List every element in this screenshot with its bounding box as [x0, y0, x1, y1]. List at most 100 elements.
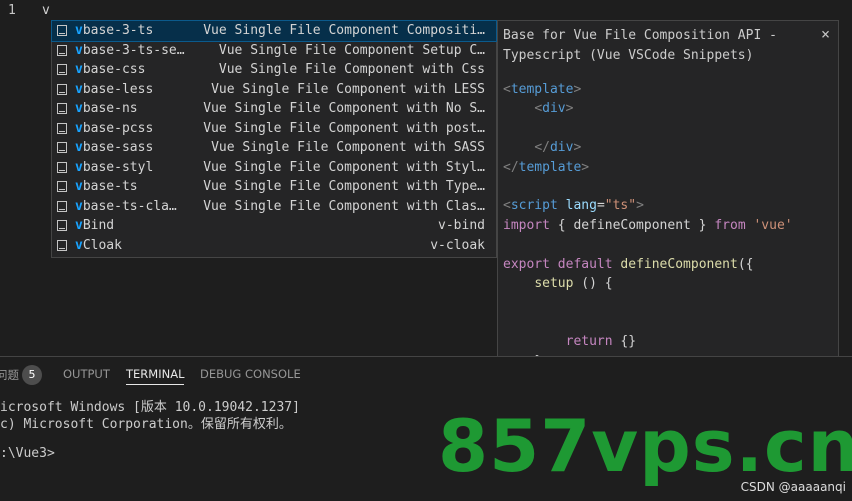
code-div-open: div [542, 101, 566, 117]
suggestion-label-rest: base-ns [82, 101, 138, 116]
suggestion-item[interactable]: vBind v-bind [52, 216, 496, 236]
snippet-icon [57, 142, 67, 153]
line-number: 1 [8, 3, 16, 18]
suggestion-label: vbase-3-ts-se… [75, 41, 203, 61]
suggestion-detail: v-bind [438, 218, 485, 233]
problems-count-badge: 5 [22, 365, 42, 385]
snippet-icon [57, 161, 67, 173]
suggestion-detail: v-cloak [430, 237, 485, 253]
code-define-fn: defineComponent [620, 256, 738, 272]
suggestion-label-rest: base-3-ts [82, 23, 154, 38]
suggestion-label: vbase-less [75, 80, 203, 100]
suggestion-match: v [75, 159, 83, 175]
suggestion-label-rest: base-ts-cla… [82, 198, 177, 214]
suggestion-label: vbase-ns [75, 99, 203, 119]
code-script-open: script [510, 198, 558, 214]
snippet-icon [57, 122, 67, 134]
tab-terminal[interactable]: TERMINAL [126, 367, 185, 385]
suggestion-label-rest: Cloak [82, 237, 122, 253]
suggestion-label-rest: base-less [82, 81, 154, 97]
suggestion-match: v [75, 218, 83, 233]
tab-problems-label: 问题 [0, 368, 19, 382]
suggestion-detail: Vue Single File Component with No S… [203, 101, 485, 116]
code-setup-fn: setup [534, 276, 574, 292]
suggestion-label: vCloak [75, 236, 203, 256]
code-default-kw: default [557, 256, 613, 272]
code-from-kw: from [714, 217, 746, 233]
suggestion-detail: Vue Single File Component with LESS [211, 81, 485, 97]
suggestion-item[interactable]: vbase-3-ts Vue Single File Component Comp… [51, 20, 497, 42]
snippet-icon [57, 220, 67, 231]
snippet-icon [57, 83, 67, 95]
suggestion-item[interactable]: vCloak v-cloak [52, 236, 496, 256]
suggestion-item[interactable]: vbase-styl Vue Single File Component with… [52, 158, 496, 178]
suggestion-detail: Vue Single File Component with Styl… [203, 159, 485, 175]
snippet-icon [57, 239, 67, 251]
snippet-icon [57, 103, 67, 114]
suggestion-detail: Vue Single File Component with Clas… [203, 198, 485, 214]
suggestion-match: v [75, 62, 83, 77]
suggestion-match: v [75, 237, 83, 253]
code-return-kw: return [565, 334, 613, 350]
code-template-open: template [510, 82, 574, 97]
suggestion-label-rest: Bind [82, 218, 115, 233]
suggestion-item[interactable]: vbase-ts Vue Single File Component with T… [52, 177, 496, 197]
suggestion-label-rest: base-3-ts-se… [82, 42, 185, 58]
suggestion-label-rest: base-ts [82, 179, 138, 194]
details-title: Base for Vue File Composition API - Type… [503, 28, 785, 63]
suggestion-label: vbase-pcss [75, 119, 203, 139]
code-template-close: template [518, 159, 582, 175]
snippet-icon [57, 181, 67, 192]
suggestion-match: v [75, 23, 83, 38]
credit-label: CSDN @aaaaanqi [740, 480, 846, 494]
terminal-prompt[interactable]: :\Vue3> [0, 446, 55, 461]
code-div-close: div [549, 140, 574, 156]
suggestion-label: vbase-ts [75, 177, 203, 197]
suggestion-detail: Vue Single File Component Compositi… [203, 23, 485, 38]
suggestion-list[interactable]: vbase-3-ts Vue Single File Component Comp… [51, 20, 497, 258]
suggestion-match: v [75, 101, 83, 116]
terminal-line: c) Microsoft Corporation。保留所有权利。 [0, 417, 292, 432]
suggestion-item[interactable]: vbase-3-ts-se… Vue Single File Component … [52, 41, 496, 61]
close-icon[interactable]: × [821, 25, 830, 43]
editor-line-text[interactable]: v [42, 3, 50, 18]
suggestion-label: vbase-css [75, 60, 203, 80]
suggestion-label: vbase-sass [75, 138, 203, 158]
suggestion-label-rest: base-sass [82, 140, 154, 155]
suggestion-item[interactable]: vbase-ns Vue Single File Component with N… [52, 99, 496, 119]
suggestion-item[interactable]: vbase-less Vue Single File Component with… [52, 80, 496, 100]
suggestion-label: vbase-3-ts [75, 21, 203, 41]
code-lang-attr: lang [565, 198, 597, 214]
suggestion-item[interactable]: vbase-pcss Vue Single File Component with… [52, 119, 496, 139]
suggestion-label-rest: base-pcss [82, 120, 154, 136]
suggestion-match: v [75, 179, 83, 194]
code-import-kw: import [503, 217, 550, 233]
tab-output[interactable]: OUTPUT [63, 367, 110, 381]
suggestion-label: vBind [75, 216, 203, 236]
suggestion-label-rest: base-css [82, 62, 146, 77]
snippet-icon [57, 200, 67, 212]
suggestion-match: v [75, 140, 83, 155]
suggestion-label: vbase-styl [75, 158, 203, 178]
tab-problems[interactable]: 问题 [0, 367, 19, 383]
suggestion-match: v [75, 198, 83, 214]
code-from-value: 'vue' [753, 217, 793, 233]
suggestion-match: v [75, 42, 83, 58]
code-export-kw: export [503, 256, 550, 272]
suggestion-item[interactable]: vbase-sass Vue Single File Component with… [52, 138, 496, 158]
code-import-names: { defineComponent } [549, 217, 715, 233]
suggestion-item[interactable]: vbase-ts-cla… Vue Single File Component w… [52, 197, 496, 217]
snippet-icon [57, 25, 67, 36]
suggestion-detail: Vue Single File Component with SASS [211, 140, 485, 155]
snippet-icon [57, 44, 67, 56]
suggestion-detail: Vue Single File Component Setup C… [218, 42, 485, 58]
suggestion-label-rest: base-styl [82, 159, 154, 175]
tab-debug-console[interactable]: DEBUG CONSOLE [200, 367, 301, 381]
suggestion-detail: Vue Single File Component with Type… [203, 179, 485, 194]
watermark: 857vps.cn [438, 404, 852, 488]
suggestion-detail: Vue Single File Component with post… [203, 120, 485, 136]
suggestion-label: vbase-ts-cla… [75, 197, 203, 217]
suggestion-match: v [75, 120, 83, 136]
suggestion-match: v [75, 81, 83, 97]
suggestion-item[interactable]: vbase-css Vue Single File Component with … [52, 60, 496, 80]
